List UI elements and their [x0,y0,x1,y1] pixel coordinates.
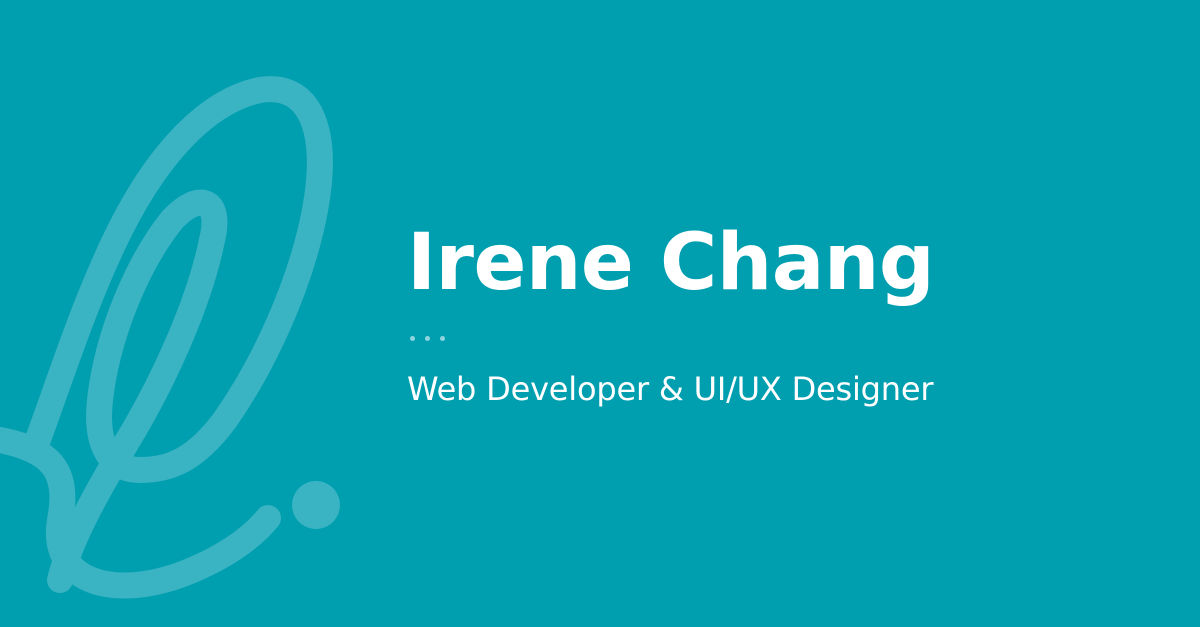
text-block: Irene Chang Web Developer & UI/UX Design… [407,208,1167,409]
separator-dot [410,336,415,341]
person-name: Irene Chang [407,218,935,308]
monogram-logo-icon [0,76,340,599]
monogram-dot [292,481,340,529]
separator-dots [410,336,1167,342]
separator-dot [440,336,445,341]
monogram-inner-loop [47,189,228,593]
social-card: Irene Chang Web Developer & UI/UX Design… [0,0,1200,627]
monogram-outer-loop [23,76,333,483]
separator-dot [425,336,430,341]
job-title: Web Developer & UI/UX Designer [407,370,934,408]
